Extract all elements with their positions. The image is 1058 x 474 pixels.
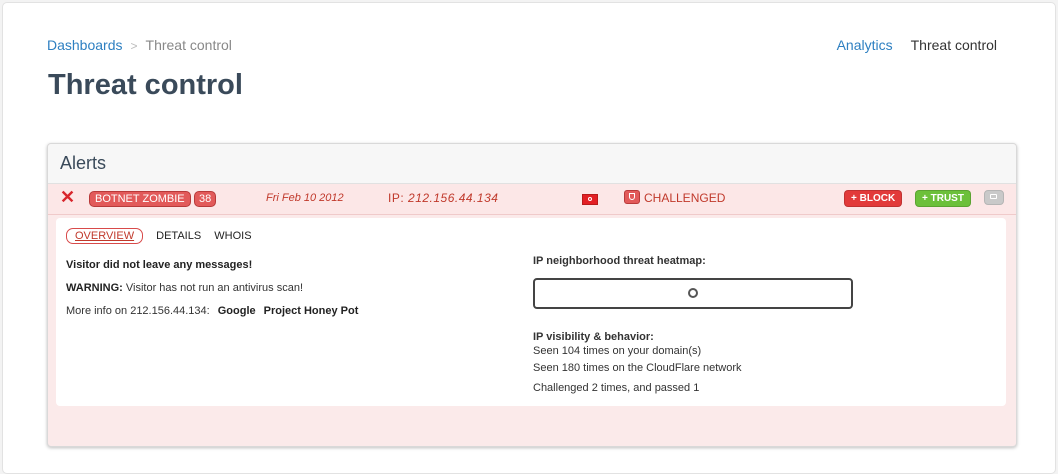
tab-details[interactable]: DETAILS (156, 230, 201, 242)
visibility-line: Seen 180 times on the CloudFlare network (533, 362, 742, 374)
trust-button[interactable]: + TRUST (915, 190, 971, 207)
visibility-line: Challenged 2 times, and passed 1 (533, 382, 700, 394)
alerts-header: Alerts (48, 144, 1016, 184)
threat-tag[interactable]: BOTNET ZOMBIE (89, 191, 191, 207)
block-button[interactable]: + BLOCK (844, 190, 903, 207)
nav-analytics-link[interactable]: Analytics (837, 37, 893, 53)
tab-whois[interactable]: WHOIS (214, 230, 251, 242)
threat-heatmap[interactable] (533, 278, 853, 309)
alert-row[interactable]: ✕ BOTNET ZOMBIE 38 Fri Feb 10 2012 IP: 2… (48, 184, 1016, 215)
alerts-panel: Alerts ✕ BOTNET ZOMBIE 38 Fri Feb 10 201… (47, 143, 1017, 447)
ip-marker-icon (688, 288, 698, 298)
close-x-icon[interactable]: ✕ (60, 188, 75, 206)
breadcrumb-separator-icon: > (130, 39, 138, 53)
visibility-line: Seen 104 times on your domain(s) (533, 345, 702, 357)
alert-details: OVERVIEW DETAILS WHOIS Visitor did not l… (56, 218, 1006, 406)
nav-threat-control[interactable]: Threat control (911, 37, 997, 53)
warning-label: WARNING: (66, 282, 123, 294)
overview-info: Visitor did not leave any messages! WARN… (66, 254, 358, 323)
honeypot-link[interactable]: Project Honey Pot (264, 305, 359, 317)
breadcrumb-dashboards-link[interactable]: Dashboards (47, 37, 123, 53)
breadcrumb-current: Threat control (145, 37, 232, 53)
detail-tabs: OVERVIEW DETAILS WHOIS (66, 228, 262, 244)
ip-label: IP: (388, 191, 405, 205)
messages-note: Visitor did not leave any messages! (66, 259, 253, 271)
page-container: Dashboards > Threat control Analytics Threa… (2, 2, 1056, 474)
folder-icon[interactable] (984, 190, 1004, 205)
breadcrumb: Dashboards > Threat control (47, 37, 232, 53)
alert-ip: IP: 212.156.44.134 (388, 191, 498, 205)
ip-info: IP neighborhood threat heatmap: IP visib… (533, 254, 853, 398)
shield-icon (624, 190, 640, 204)
more-info-label: More info on 212.156.44.134: (66, 305, 210, 317)
warning-text: Visitor has not run an antivirus scan! (125, 282, 304, 294)
top-nav: Analytics Threat control (837, 37, 997, 53)
heatmap-title: IP neighborhood threat heatmap: (533, 255, 706, 267)
ip-value: 212.156.44.134 (408, 191, 499, 205)
tab-overview[interactable]: OVERVIEW (66, 228, 144, 244)
turkey-flag-icon (582, 194, 598, 205)
page-title: Threat control (48, 69, 243, 101)
status-label: CHALLENGED (644, 191, 726, 205)
threat-count-badge: 38 (194, 191, 217, 207)
alert-date: Fri Feb 10 2012 (266, 192, 344, 204)
google-link[interactable]: Google (218, 305, 256, 317)
visibility-title: IP visibility & behavior: (533, 331, 654, 343)
